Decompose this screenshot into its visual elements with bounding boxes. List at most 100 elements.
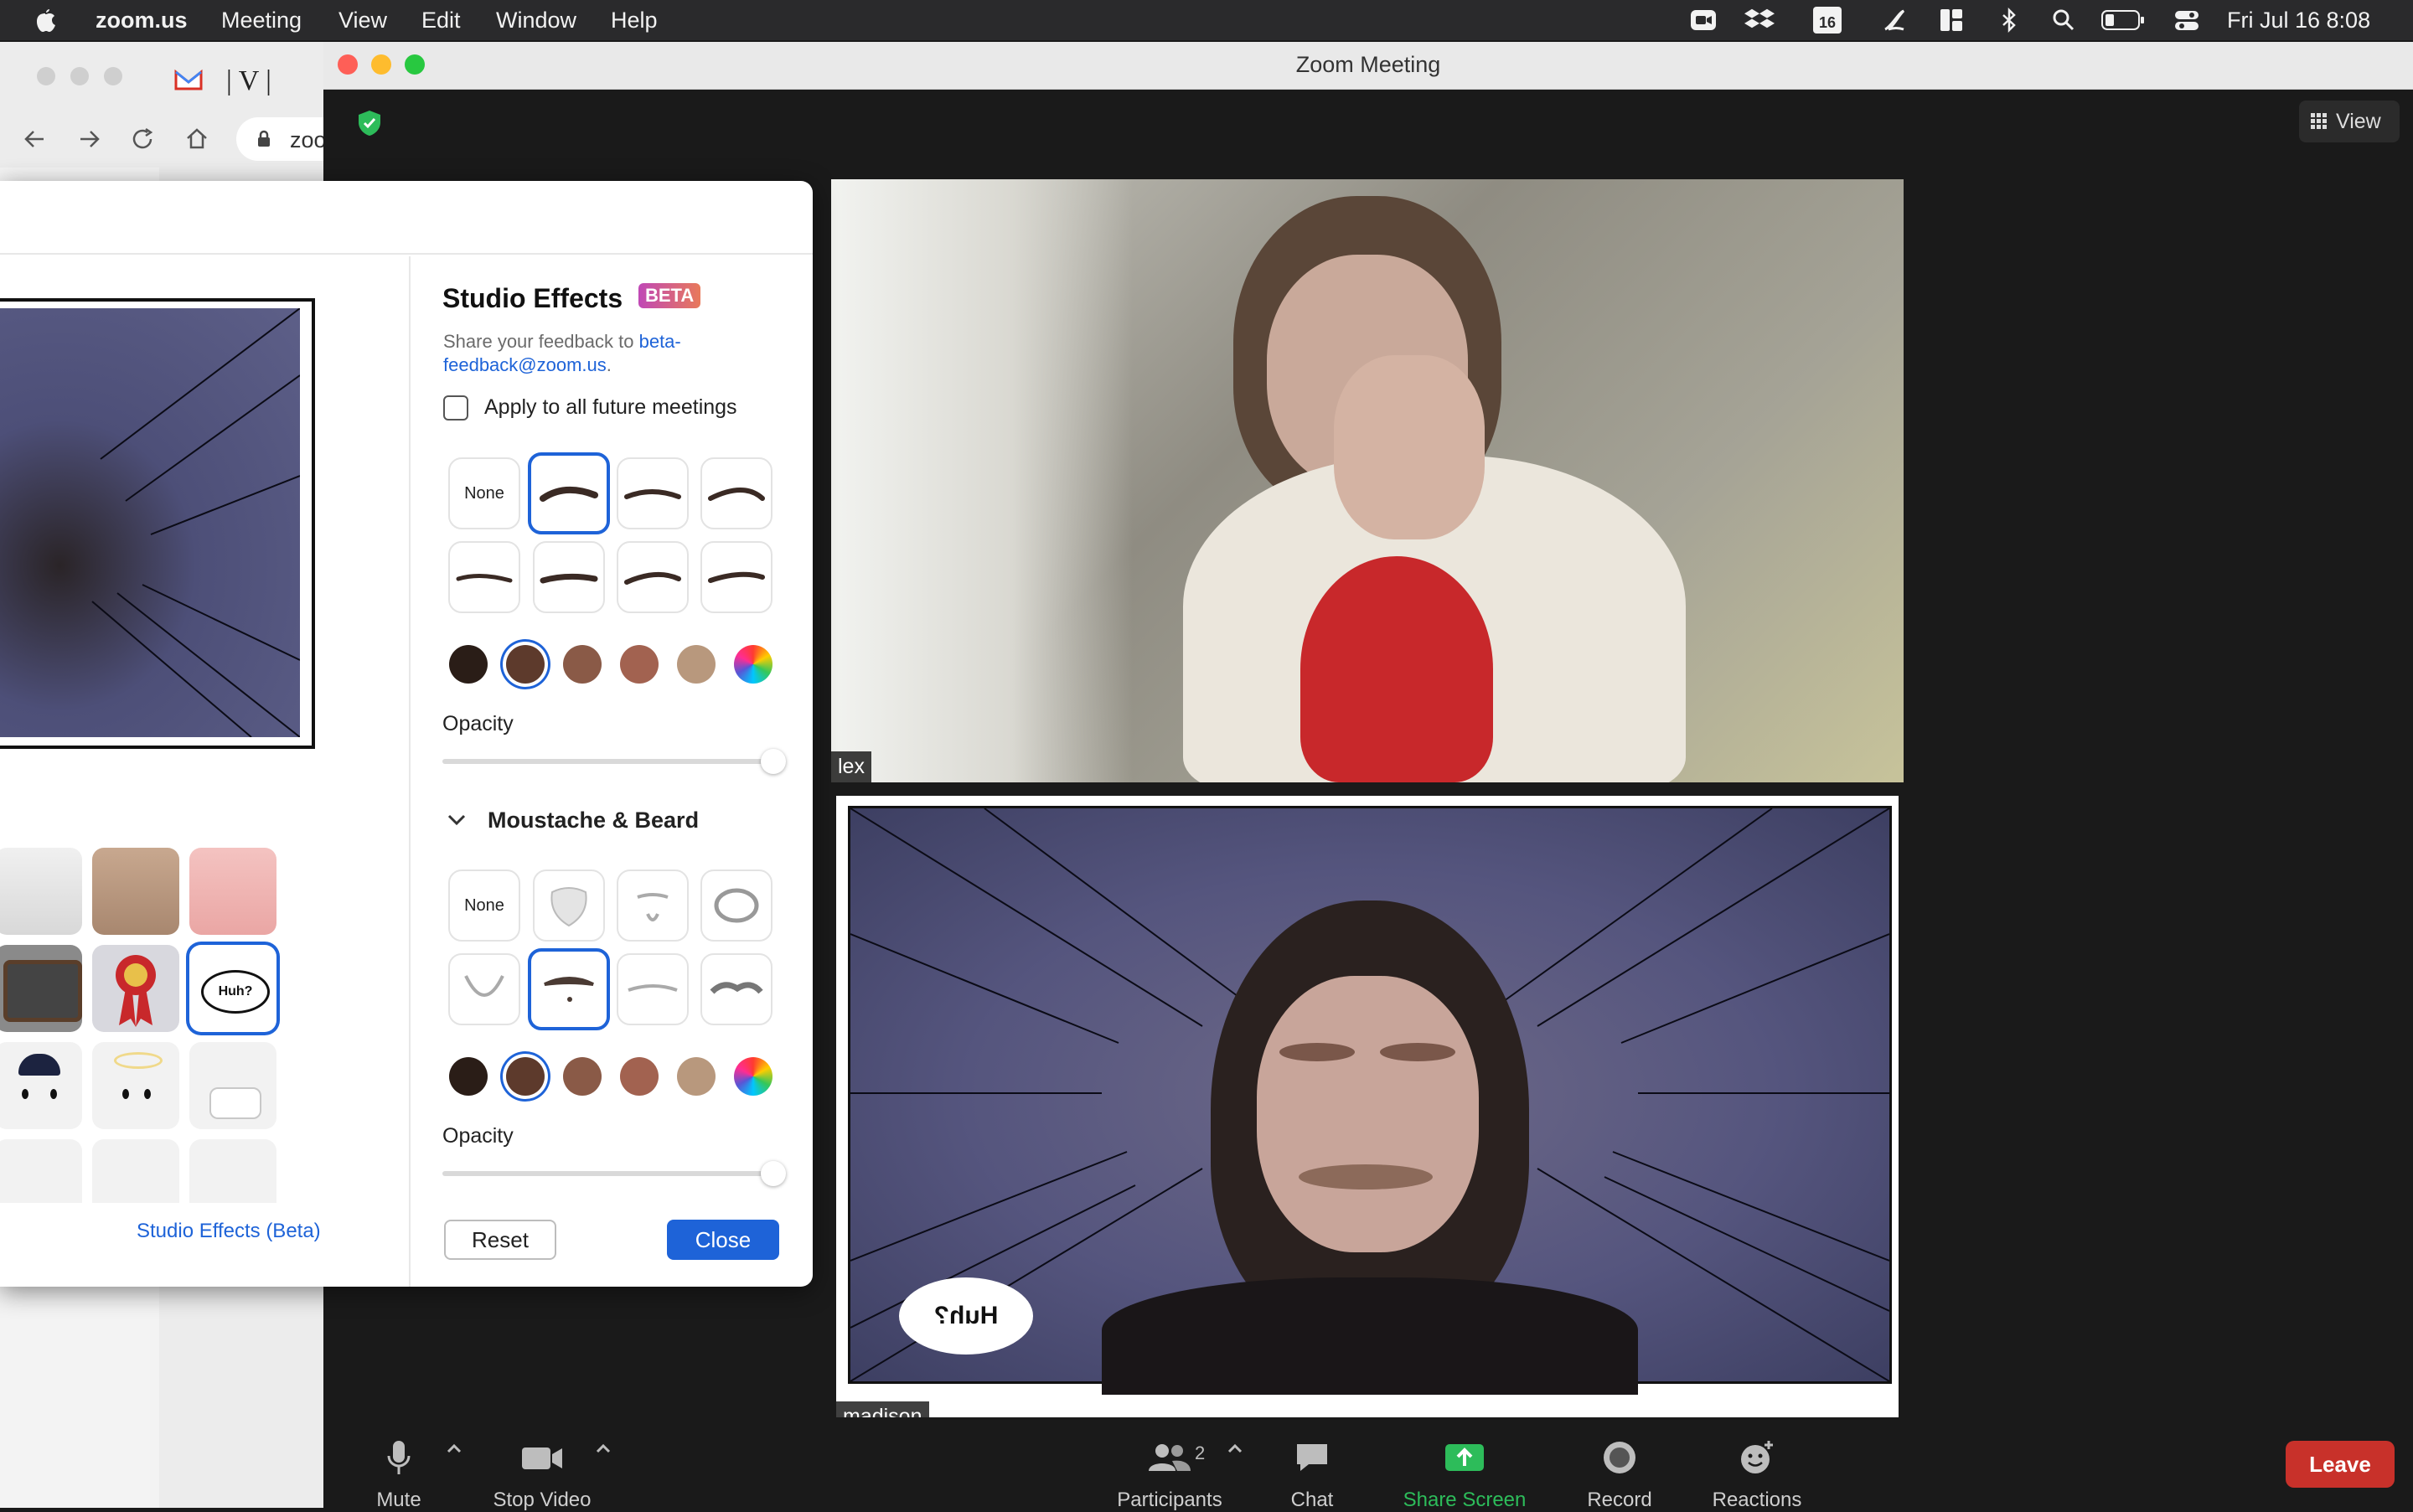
script-l-icon[interactable] <box>1880 8 1909 33</box>
bluetooth-icon[interactable] <box>1999 8 2019 33</box>
browser-zoom-dot[interactable] <box>104 67 122 85</box>
beard-opacity-thumb[interactable] <box>761 1161 786 1186</box>
eyebrow-color-swatch[interactable] <box>563 645 602 684</box>
studio-effects-beta-link[interactable]: Studio Effects (Beta) <box>137 1220 321 1243</box>
apply-all-checkbox[interactable] <box>443 395 468 421</box>
eyebrow-opacity-thumb[interactable] <box>761 749 786 774</box>
moustache-none-option[interactable]: None <box>448 870 520 942</box>
eyebrow-option-1[interactable] <box>528 452 610 534</box>
eyebrow-option-6[interactable] <box>617 541 689 613</box>
calendar-icon[interactable]: 16 <box>1813 7 1842 34</box>
beard-option-1[interactable] <box>533 870 605 942</box>
menu-window[interactable]: Window <box>496 7 576 34</box>
share-screen-button[interactable]: Share Screen <box>1398 1439 1532 1512</box>
apple-icon[interactable] <box>34 6 57 33</box>
reload-icon[interactable] <box>131 127 156 151</box>
browser-minimize-dot[interactable] <box>70 67 89 85</box>
menu-app-name[interactable]: zoom.us <box>96 7 188 34</box>
video-tile-lex[interactable]: lex <box>831 179 1904 782</box>
beard-option-4[interactable] <box>448 953 520 1025</box>
moustache-option-selected[interactable] <box>528 948 610 1030</box>
zoom-status-icon[interactable] <box>1689 8 1718 33</box>
video-options-chevron-icon[interactable] <box>595 1442 612 1454</box>
eyebrows-none-option[interactable]: None <box>448 457 520 529</box>
reset-button[interactable]: Reset <box>444 1220 556 1260</box>
mute-button[interactable]: Mute <box>357 1439 441 1512</box>
eyebrow-color-swatch[interactable] <box>449 645 488 684</box>
menu-help[interactable]: Help <box>611 7 658 34</box>
menu-edit[interactable]: Edit <box>421 7 461 34</box>
huh-speech-bubble-sticker: Huh? <box>899 1277 1033 1355</box>
self-preview-frame <box>0 298 315 749</box>
sticker-unicorn[interactable] <box>189 1139 276 1203</box>
eyebrow-option-2[interactable] <box>617 457 689 529</box>
beard-color-swatch-selected[interactable] <box>506 1057 545 1096</box>
menu-meeting[interactable]: Meeting <box>221 7 302 34</box>
sticker-white-desk[interactable] <box>0 848 82 935</box>
beard-color-swatch[interactable] <box>449 1057 488 1096</box>
close-button[interactable]: Close <box>667 1220 779 1260</box>
eyebrow-opacity-slider[interactable] <box>442 749 786 774</box>
eyebrow-option-3[interactable] <box>700 457 772 529</box>
sticker-halo-face[interactable] <box>92 1042 179 1129</box>
moustache-beard-section-title[interactable]: Moustache & Beard <box>488 808 699 833</box>
sticker-huh-bubble[interactable]: Huh? <box>189 945 276 1032</box>
sticker-award-ribbon[interactable] <box>92 945 179 1032</box>
forward-icon[interactable] <box>77 127 102 151</box>
sticker-mask-face[interactable] <box>189 1042 276 1129</box>
chat-button[interactable]: Chat <box>1270 1439 1354 1512</box>
eyebrow-option-7[interactable] <box>700 541 772 613</box>
sticker-tan-desk[interactable] <box>92 848 179 935</box>
home-icon[interactable] <box>184 126 209 151</box>
encryption-shield-icon[interactable] <box>357 109 382 137</box>
record-button[interactable]: Record <box>1573 1439 1666 1512</box>
leave-button[interactable]: Leave <box>2286 1441 2395 1488</box>
browser-close-dot[interactable] <box>37 67 55 85</box>
eyebrow-option-5[interactable] <box>533 541 605 613</box>
huh-bubble-text: Huh? <box>201 970 270 1014</box>
video-tile-madison[interactable]: Huh? madison <box>836 796 1899 1432</box>
menu-bar: zoom.us Meeting View Edit Window Help 16… <box>0 0 2413 40</box>
gmail-icon[interactable] <box>174 69 203 90</box>
sticker-pink-desk[interactable] <box>189 848 276 935</box>
mute-label: Mute <box>376 1489 421 1511</box>
chevron-down-icon[interactable] <box>447 814 466 826</box>
beard-option-2[interactable] <box>617 870 689 942</box>
search-icon[interactable] <box>2051 8 2076 33</box>
view-button[interactable]: View <box>2299 101 2400 142</box>
sticker-retro-tv[interactable] <box>0 945 82 1032</box>
beard-color-swatch[interactable] <box>563 1057 602 1096</box>
beard-color-swatch[interactable] <box>620 1057 659 1096</box>
mute-options-chevron-icon[interactable] <box>446 1442 462 1454</box>
stop-video-button[interactable]: Stop Video <box>488 1439 597 1512</box>
reactions-button[interactable]: Reactions <box>1703 1439 1811 1512</box>
battery-icon[interactable] <box>2101 8 2145 32</box>
layout-grid-icon[interactable] <box>1939 8 1964 33</box>
eyebrow-color-swatch[interactable] <box>620 645 659 684</box>
beard-option-3[interactable] <box>700 870 772 942</box>
microphone-icon <box>387 1441 411 1474</box>
moustache-option-3[interactable] <box>700 953 772 1025</box>
beard-opacity-slider[interactable] <box>442 1161 786 1186</box>
control-center-icon[interactable] <box>2173 8 2200 33</box>
tab-v-icon[interactable]: | V | <box>226 65 271 97</box>
participants-options-chevron-icon[interactable] <box>1227 1442 1243 1454</box>
feedback-email-link-cont[interactable]: feedback@zoom.us <box>443 354 607 375</box>
back-icon[interactable] <box>22 127 47 151</box>
sticker-bear-ears[interactable] <box>92 1139 179 1203</box>
dropbox-icon[interactable] <box>1744 8 1778 33</box>
eyebrow-shape-icon <box>540 486 598 502</box>
eyebrow-option-4[interactable] <box>448 541 520 613</box>
beard-color-swatch[interactable] <box>677 1057 716 1096</box>
custom-color-picker-icon[interactable] <box>734 1057 772 1096</box>
menubar-clock[interactable]: Fri Jul 16 8:08 <box>2227 7 2370 34</box>
custom-color-picker-icon[interactable] <box>734 645 772 684</box>
eyebrow-color-swatch-selected[interactable] <box>506 645 545 684</box>
eyebrow-color-swatch[interactable] <box>677 645 716 684</box>
feedback-email-link[interactable]: beta- <box>639 331 681 352</box>
sticker-bunny-ears[interactable] <box>0 1139 82 1203</box>
moustache-option-2[interactable] <box>617 953 689 1025</box>
participants-button[interactable]: Participants <box>1111 1439 1228 1512</box>
sticker-cap-face[interactable] <box>0 1042 82 1129</box>
menu-view[interactable]: View <box>338 7 387 34</box>
